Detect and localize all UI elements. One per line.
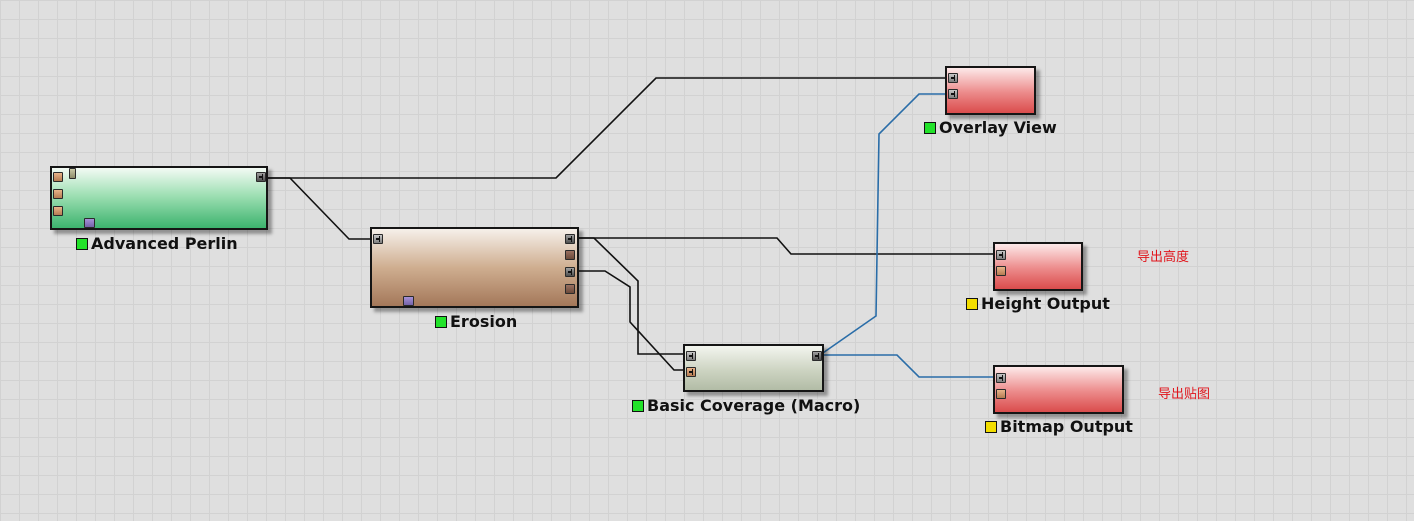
node-overlay-view[interactable] — [945, 66, 1036, 115]
annotation-bitmap-note: 导出贴图 — [1158, 387, 1211, 402]
input-port[interactable] — [686, 367, 696, 377]
node-title: Bitmap Output — [1000, 417, 1133, 436]
mask-port[interactable] — [84, 218, 95, 228]
status-indicator — [924, 122, 936, 134]
seed-port[interactable] — [69, 168, 76, 179]
status-indicator — [435, 316, 447, 328]
node-title: Basic Coverage (Macro) — [647, 396, 861, 415]
node-bitmap-output[interactable] — [993, 365, 1124, 414]
node-erosion[interactable] — [370, 227, 579, 308]
node-height-output[interactable] — [993, 242, 1083, 291]
wire-perlin-to-overlay[interactable] — [266, 77, 952, 179]
input-port[interactable] — [53, 172, 63, 182]
wire-coverage-to-bitmap[interactable] — [820, 354, 1000, 378]
input-port[interactable] — [53, 206, 63, 216]
node-basic-coverage[interactable] — [683, 344, 824, 392]
node-label-overlay-view: Overlay View — [924, 119, 1057, 137]
output-port[interactable] — [256, 172, 266, 182]
output-port[interactable] — [565, 284, 575, 294]
input-port[interactable] — [996, 389, 1006, 399]
input-port[interactable] — [373, 234, 383, 244]
output-port[interactable] — [565, 234, 575, 244]
node-label-erosion: Erosion — [435, 313, 517, 331]
node-title: Erosion — [450, 312, 518, 331]
status-indicator — [966, 298, 978, 310]
connection-wires — [266, 77, 1000, 378]
node-advanced-perlin[interactable] — [50, 166, 268, 230]
wire-erosion-to-height[interactable] — [574, 237, 1000, 255]
node-label-basic-coverage: Basic Coverage (Macro) — [632, 397, 860, 415]
node-label-bitmap-output: Bitmap Output — [985, 418, 1133, 436]
node-label-height-output: Height Output — [966, 295, 1110, 313]
node-label-advanced-perlin: Advanced Perlin — [76, 235, 238, 253]
input-port[interactable] — [53, 189, 63, 199]
status-indicator — [76, 238, 88, 250]
wire-erosion-to-coverage-b[interactable] — [574, 270, 689, 371]
node-title: Advanced Perlin — [91, 234, 238, 253]
input-port[interactable] — [996, 266, 1006, 276]
input-port[interactable] — [948, 73, 958, 83]
wire-perlin-to-erosion[interactable] — [266, 177, 376, 240]
mask-port[interactable] — [403, 296, 414, 306]
output-port[interactable] — [812, 351, 822, 361]
annotation-height-note: 导出高度 — [1137, 250, 1190, 265]
input-port[interactable] — [948, 89, 958, 99]
input-port[interactable] — [996, 250, 1006, 260]
input-port[interactable] — [686, 351, 696, 361]
wire-erosion-to-coverage-a[interactable] — [574, 237, 689, 355]
node-title: Height Output — [981, 294, 1110, 313]
node-title: Overlay View — [939, 118, 1057, 137]
output-port[interactable] — [565, 250, 575, 260]
input-port[interactable] — [996, 373, 1006, 383]
status-indicator — [632, 400, 644, 412]
status-indicator — [985, 421, 997, 433]
output-port[interactable] — [565, 267, 575, 277]
